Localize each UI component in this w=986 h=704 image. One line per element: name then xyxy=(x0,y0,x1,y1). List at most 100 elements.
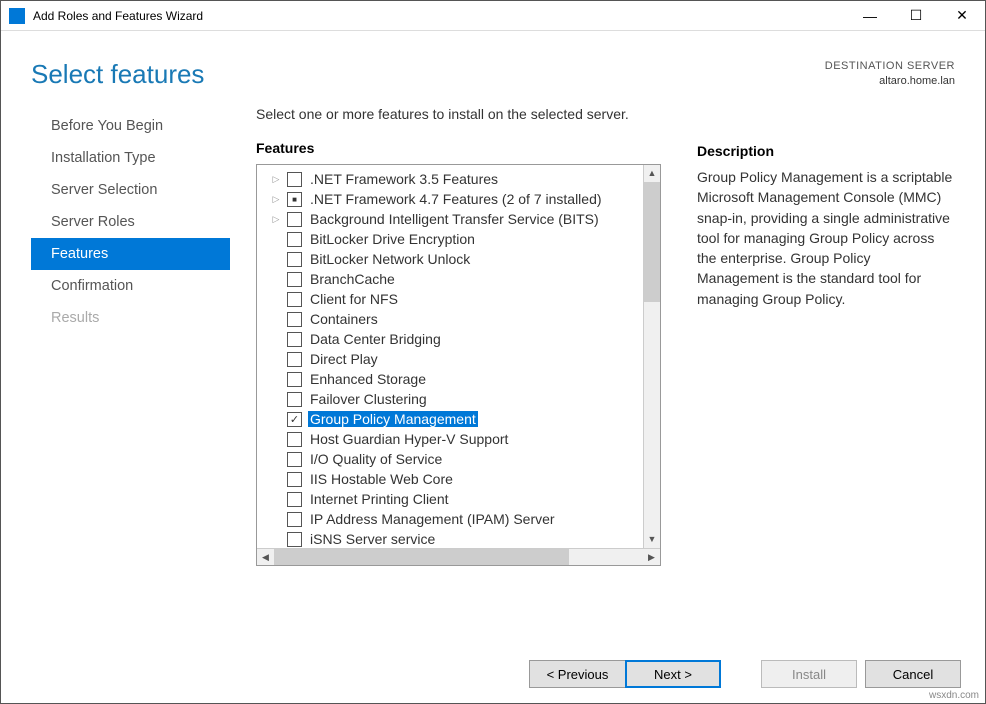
feature-item[interactable]: ▷IIS Hostable Web Core xyxy=(257,469,643,489)
feature-label[interactable]: Host Guardian Hyper-V Support xyxy=(308,431,510,447)
feature-item[interactable]: ▷Enhanced Storage xyxy=(257,369,643,389)
sidebar-item-server-selection[interactable]: Server Selection xyxy=(31,174,230,206)
scroll-down-icon[interactable]: ▼ xyxy=(644,531,660,548)
feature-label[interactable]: I/O Quality of Service xyxy=(308,451,444,467)
destination-server: DESTINATION SERVER altaro.home.lan xyxy=(825,59,955,90)
feature-checkbox[interactable] xyxy=(287,392,302,407)
cancel-button[interactable]: Cancel xyxy=(865,660,961,688)
feature-label[interactable]: Containers xyxy=(308,311,380,327)
features-label: Features xyxy=(256,140,661,156)
features-items: ▷ .NET Framework 3.5 Features ▷ .NET Framew… xyxy=(257,165,643,548)
scroll-up-icon[interactable]: ▲ xyxy=(644,165,660,182)
feature-checkbox[interactable] xyxy=(287,452,302,467)
sidebar-item-server-roles[interactable]: Server Roles xyxy=(31,206,230,238)
close-button[interactable]: ✕ xyxy=(939,1,985,31)
feature-checkbox[interactable] xyxy=(287,512,302,527)
feature-label[interactable]: iSNS Server service xyxy=(308,531,437,547)
vertical-scroll-thumb[interactable] xyxy=(644,182,660,302)
feature-checkbox[interactable] xyxy=(287,192,302,207)
expand-icon[interactable]: ▷ xyxy=(271,174,281,185)
description-text: Group Policy Management is a scriptable … xyxy=(697,167,955,309)
feature-item[interactable]: ▷ .NET Framework 4.7 Features (2 of 7 ins… xyxy=(257,189,643,209)
sidebar-item-installation-type[interactable]: Installation Type xyxy=(31,142,230,174)
feature-label[interactable]: Direct Play xyxy=(308,351,380,367)
feature-checkbox[interactable] xyxy=(287,252,302,267)
features-listbox: ▷ .NET Framework 3.5 Features ▷ .NET Framew… xyxy=(256,164,661,566)
sidebar: Before You BeginInstallation TypeServer … xyxy=(31,100,236,622)
maximize-button[interactable]: ☐ xyxy=(893,1,939,31)
feature-checkbox[interactable] xyxy=(287,412,302,427)
features-column: Select one or more features to install o… xyxy=(256,106,661,622)
feature-label[interactable]: BitLocker Network Unlock xyxy=(308,251,472,267)
expand-icon[interactable]: ▷ xyxy=(271,214,281,225)
feature-checkbox[interactable] xyxy=(287,212,302,227)
feature-item[interactable]: ▷I/O Quality of Service xyxy=(257,449,643,469)
feature-item[interactable]: ▷Host Guardian Hyper-V Support xyxy=(257,429,643,449)
feature-item[interactable]: ▷BitLocker Drive Encryption xyxy=(257,229,643,249)
sidebar-item-features[interactable]: Features xyxy=(31,238,230,270)
destination-name: altaro.home.lan xyxy=(825,74,955,89)
feature-item[interactable]: ▷Failover Clustering xyxy=(257,389,643,409)
horizontal-scroll-thumb[interactable] xyxy=(274,549,569,565)
feature-checkbox[interactable] xyxy=(287,372,302,387)
header: Select features DESTINATION SERVER altar… xyxy=(1,31,985,100)
feature-item[interactable]: ▷iSNS Server service xyxy=(257,529,643,548)
feature-label[interactable]: Client for NFS xyxy=(308,291,400,307)
feature-checkbox[interactable] xyxy=(287,472,302,487)
feature-item[interactable]: ▷BitLocker Network Unlock xyxy=(257,249,643,269)
feature-checkbox[interactable] xyxy=(287,172,302,187)
titlebar: Add Roles and Features Wizard — ☐ ✕ xyxy=(1,1,985,31)
feature-item[interactable]: ▷Data Center Bridging xyxy=(257,329,643,349)
instruction-text: Select one or more features to install o… xyxy=(256,106,661,122)
feature-checkbox[interactable] xyxy=(287,532,302,547)
feature-item[interactable]: ▷Client for NFS xyxy=(257,289,643,309)
feature-label[interactable]: IIS Hostable Web Core xyxy=(308,471,455,487)
feature-item[interactable]: ▷ .NET Framework 3.5 Features xyxy=(257,169,643,189)
feature-label[interactable]: Enhanced Storage xyxy=(308,371,428,387)
feature-label[interactable]: Failover Clustering xyxy=(308,391,429,407)
scroll-right-icon[interactable]: ▶ xyxy=(643,549,660,565)
feature-label[interactable]: IP Address Management (IPAM) Server xyxy=(308,511,557,527)
minimize-button[interactable]: — xyxy=(847,1,893,31)
feature-label[interactable]: Background Intelligent Transfer Service … xyxy=(308,211,601,227)
feature-checkbox[interactable] xyxy=(287,272,302,287)
scroll-left-icon[interactable]: ◀ xyxy=(257,549,274,565)
feature-label[interactable]: BitLocker Drive Encryption xyxy=(308,231,477,247)
expand-icon[interactable]: ▷ xyxy=(271,194,281,205)
feature-item[interactable]: ▷BranchCache xyxy=(257,269,643,289)
feature-checkbox[interactable] xyxy=(287,232,302,247)
feature-label[interactable]: .NET Framework 3.5 Features xyxy=(308,171,500,187)
feature-item[interactable]: ▷Group Policy Management xyxy=(257,409,643,429)
feature-checkbox[interactable] xyxy=(287,312,302,327)
destination-label: DESTINATION SERVER xyxy=(825,59,955,74)
feature-label[interactable]: Internet Printing Client xyxy=(308,491,451,507)
feature-checkbox[interactable] xyxy=(287,332,302,347)
description-label: Description xyxy=(697,143,955,159)
main: Select one or more features to install o… xyxy=(236,100,973,622)
feature-item[interactable]: ▷Internet Printing Client xyxy=(257,489,643,509)
feature-label[interactable]: .NET Framework 4.7 Features (2 of 7 inst… xyxy=(308,191,604,207)
feature-label[interactable]: Group Policy Management xyxy=(308,411,478,427)
feature-checkbox[interactable] xyxy=(287,352,302,367)
feature-checkbox[interactable] xyxy=(287,492,302,507)
feature-checkbox[interactable] xyxy=(287,292,302,307)
sidebar-item-results: Results xyxy=(31,302,230,334)
feature-item[interactable]: ▷Direct Play xyxy=(257,349,643,369)
feature-label[interactable]: Data Center Bridging xyxy=(308,331,443,347)
horizontal-scrollbar[interactable]: ◀ ▶ xyxy=(257,548,660,565)
window-title: Add Roles and Features Wizard xyxy=(33,9,847,23)
feature-item[interactable]: ▷IP Address Management (IPAM) Server xyxy=(257,509,643,529)
window-controls: — ☐ ✕ xyxy=(847,1,985,31)
page-title: Select features xyxy=(31,59,204,90)
next-button[interactable]: Next > xyxy=(625,660,721,688)
sidebar-item-before-you-begin[interactable]: Before You Begin xyxy=(31,110,230,142)
previous-button[interactable]: < Previous xyxy=(529,660,625,688)
feature-checkbox[interactable] xyxy=(287,432,302,447)
vertical-scrollbar[interactable]: ▲ ▼ xyxy=(643,165,660,548)
feature-item[interactable]: ▷ Background Intelligent Transfer Service… xyxy=(257,209,643,229)
feature-item[interactable]: ▷Containers xyxy=(257,309,643,329)
sidebar-item-confirmation[interactable]: Confirmation xyxy=(31,270,230,302)
content: Before You BeginInstallation TypeServer … xyxy=(1,100,985,622)
feature-label[interactable]: BranchCache xyxy=(308,271,397,287)
install-button: Install xyxy=(761,660,857,688)
